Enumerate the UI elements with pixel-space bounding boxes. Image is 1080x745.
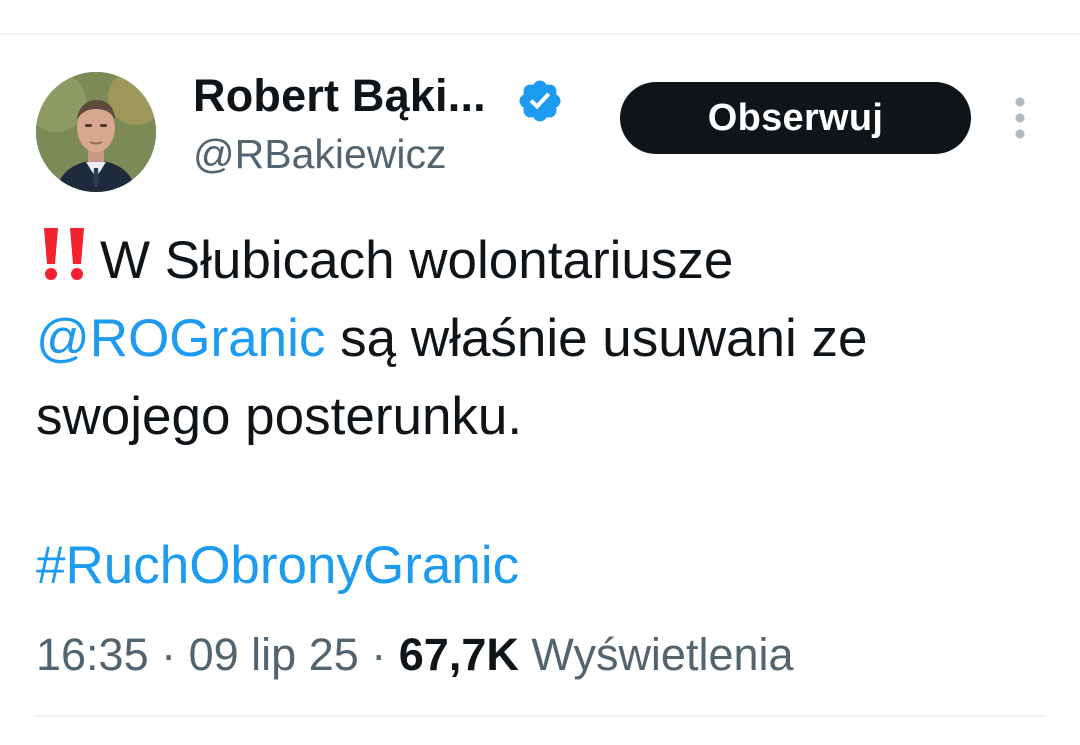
tweet-meta: 16:35 · 09 lip 25 · 67,7K Wyświetlenia [36,625,794,685]
author-display-name[interactable]: Robert Bąki... [193,70,486,122]
double-exclamation-icon [44,228,84,280]
views-count[interactable]: 67,7K [399,629,519,680]
views-label[interactable]: Wyświetlenia [519,629,793,680]
verified-badge-icon [519,80,561,122]
tweet-text: W Słubicach wolontariusze @ROGranic są w… [36,222,1046,456]
tweet-time[interactable]: 16:35 [36,629,149,680]
avatar[interactable] [36,72,156,192]
bottom-divider [36,715,1044,717]
hashtag-link[interactable]: #RuchObronyGranic [36,536,519,595]
mention-link[interactable]: @ROGranic [36,309,325,368]
more-vertical-icon[interactable] [1006,96,1034,140]
meta-separator-2: · [358,629,399,680]
tweet-text-line-2: są właśnie usuwani ze [325,309,868,368]
tweet-line-1: W Słubicach wolontariusze [36,222,1046,300]
tweet-view: Robert Bąki... @RBakiewicz Obserwuj W Sł… [0,0,1080,745]
hashtag-line: #RuchObronyGranic [36,527,519,605]
meta-separator-1: · [148,629,189,680]
author-handle[interactable]: @RBakiewicz [193,131,447,178]
tweet-text-line-1: W Słubicach wolontariusze [100,231,734,290]
tweet-text-line-3: swojego posterunku. [36,387,523,446]
tweet-line-2: @ROGranic są właśnie usuwani ze [36,300,1046,378]
tweet-date[interactable]: 09 lip 25 [189,629,359,680]
follow-button[interactable]: Obserwuj [620,82,971,154]
top-divider [0,33,1080,35]
